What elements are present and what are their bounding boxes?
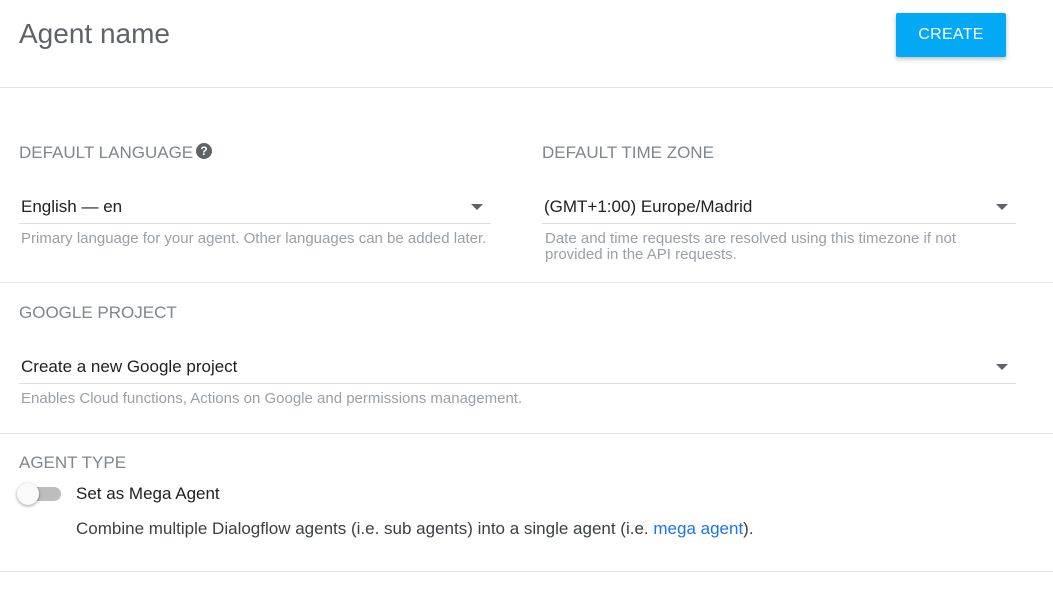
dropdown-caret-icon [996, 364, 1008, 370]
section-divider [0, 571, 1053, 572]
default-language-hint: Primary language for your agent. Other l… [21, 230, 487, 247]
default-time-zone-hint: Date and time requests are resolved usin… [545, 230, 957, 263]
default-language-label: DEFAULT LANGUAGE [19, 143, 194, 162]
section-divider [0, 282, 1053, 283]
section-divider [0, 433, 1053, 434]
agent-type-label: AGENT TYPE [19, 453, 127, 472]
default-language-value: English — en [21, 197, 123, 216]
google-project-hint: Enables Cloud functions, Actions on Goog… [21, 390, 523, 407]
default-time-zone-label: DEFAULT TIME ZONE [542, 143, 714, 162]
dropdown-caret-icon [471, 204, 483, 210]
agent-name-field[interactable]: Agent name [19, 18, 170, 50]
google-project-value: Create a new Google project [21, 357, 238, 376]
mega-agent-description: Combine multiple Dialogflow agents (i.e.… [76, 519, 754, 539]
default-language-select[interactable]: English — en [19, 189, 491, 224]
description-suffix: ). [743, 519, 754, 538]
toggle-thumb [17, 483, 39, 505]
help-icon[interactable]: ? [196, 143, 212, 159]
dropdown-caret-icon [996, 204, 1008, 210]
google-project-label: GOOGLE PROJECT [19, 303, 177, 322]
google-project-select[interactable]: Create a new Google project [19, 349, 1016, 384]
mega-agent-toggle[interactable] [17, 483, 63, 505]
mega-agent-toggle-label: Set as Mega Agent [76, 484, 220, 503]
page-header: Agent name CREATE [0, 0, 1053, 88]
default-time-zone-select[interactable]: (GMT+1:00) Europe/Madrid [542, 189, 1016, 224]
description-text: Combine multiple Dialogflow agents (i.e.… [76, 519, 654, 538]
create-button[interactable]: CREATE [896, 13, 1006, 57]
default-time-zone-value: (GMT+1:00) Europe/Madrid [544, 197, 753, 216]
mega-agent-link[interactable]: mega agent [653, 519, 743, 538]
